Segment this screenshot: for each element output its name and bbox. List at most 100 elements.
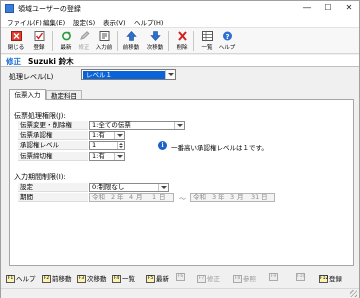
fkey-badge: F6: [176, 273, 185, 281]
start-year-unit: 年: [117, 193, 124, 201]
fkey-label: ヘルプ: [16, 275, 36, 283]
slip-permissions-title: 伝票処理権限(J):: [14, 112, 66, 120]
slip-change-value: 1:全ての伝票: [92, 121, 131, 129]
pre-input-label: 入力前: [95, 45, 113, 51]
f7-edit-key: F7 修正: [197, 273, 220, 283]
pre-input-icon: [99, 31, 110, 41]
maximize-button[interactable]: ☐: [318, 2, 338, 14]
fkey-label: 修正: [207, 275, 220, 283]
function-key-bar: F1 ヘルプ F2 前移動 F3 次移動 F4 一覧 F5 最新 F6 F7 修正 F8 参照…: [1, 269, 359, 287]
start-day-unit: 日: [159, 193, 166, 201]
resize-grip-icon[interactable]: [350, 290, 357, 297]
help-button[interactable]: ? ヘルプ: [216, 29, 238, 53]
register-icon: [34, 31, 45, 41]
chevron-down-icon[interactable]: [174, 122, 184, 129]
setting-label: 設定: [18, 183, 88, 192]
status-bar: [1, 288, 359, 298]
next-button[interactable]: 次移動: [144, 29, 166, 53]
start-month-unit: 月: [136, 193, 143, 201]
slip-approval-label: 伝票承認権: [18, 131, 88, 140]
help-icon: ?: [223, 31, 232, 41]
close-button[interactable]: ✕: [339, 2, 359, 14]
chevron-down-icon[interactable]: [158, 184, 168, 191]
period-start-field[interactable]: 令和 2 年 4 月 1 日: [89, 193, 174, 202]
register-button[interactable]: 登録: [28, 29, 50, 53]
title-bar: 領域ユーザーの登録 — ☐ ✕: [1, 1, 359, 16]
f6-key: F6: [176, 273, 186, 281]
fkey-label: 参照: [243, 275, 256, 283]
fkey-badge: F12: [319, 275, 329, 283]
tab-slip-input[interactable]: 伝票入力: [9, 89, 46, 100]
start-month: 4: [129, 193, 134, 201]
app-window: 領域ユーザーの登録 — ☐ ✕ ファイル(F) 編集(E) 設定(S) 表示(V…: [0, 0, 360, 298]
next-label: 次移動: [146, 45, 164, 51]
svg-text:?: ?: [225, 33, 229, 41]
refresh-icon: [62, 31, 71, 41]
fkey-badge: F4: [112, 275, 121, 283]
fkey-badge: F7: [197, 275, 206, 283]
f2-previous-key[interactable]: F2 前移動: [42, 273, 72, 283]
chevron-down-icon[interactable]: [114, 132, 124, 139]
end-month-unit: 月: [237, 193, 244, 201]
chevron-down-icon[interactable]: [114, 153, 124, 160]
f10-key: F10: [296, 273, 306, 281]
edit-icon: [80, 31, 90, 40]
info-icon: i: [158, 141, 167, 150]
slip-approval-select[interactable]: 1:有: [89, 131, 125, 140]
fkey-badge: F8: [233, 275, 242, 283]
fkey-badge: F1: [6, 275, 15, 283]
slip-closing-select[interactable]: 1:有: [89, 152, 125, 161]
spin-arrows-icon[interactable]: [117, 142, 124, 149]
window-title: 領域ユーザーの登録: [18, 5, 81, 13]
arrow-up-icon: [126, 31, 137, 41]
slip-approval-value: 1:有: [92, 131, 105, 139]
period-setting-value: 0:制限なし: [92, 183, 125, 191]
minimize-button[interactable]: —: [297, 2, 317, 14]
fkey-label: 一覧: [122, 275, 135, 283]
info-message: 一番高い承認権レベルは１です。: [171, 144, 268, 152]
menu-edit[interactable]: 編集(E): [43, 17, 65, 27]
period-label: 期間: [18, 193, 88, 202]
approval-level-stepper[interactable]: 1: [89, 141, 125, 150]
end-day-unit: 日: [261, 193, 268, 201]
fkey-badge: F10: [296, 273, 306, 281]
menu-view[interactable]: 表示(V): [103, 17, 126, 27]
menu-settings[interactable]: 設定(S): [73, 17, 95, 27]
help-label: ヘルプ: [218, 45, 236, 51]
menu-file[interactable]: ファイル(F): [7, 17, 42, 27]
user-name: Suzuki 鈴木: [28, 57, 74, 66]
slip-closing-label: 伝票締切権: [18, 152, 88, 161]
fkey-label: 前移動: [52, 275, 72, 283]
delete-icon: [178, 31, 187, 41]
previous-button[interactable]: 前移動: [120, 29, 142, 53]
f9-key: F9: [269, 273, 279, 281]
processing-level-select[interactable]: レベル１: [81, 69, 176, 80]
fkey-badge: F2: [42, 275, 51, 283]
f3-next-key[interactable]: F3 次移動: [77, 273, 107, 283]
end-year-unit: 年: [218, 193, 225, 201]
delete-button[interactable]: 削除: [171, 29, 193, 53]
mode-label: 修正: [6, 57, 21, 66]
pre-input-button[interactable]: 入力前: [93, 29, 115, 53]
menu-bar: ファイル(F) 編集(E) 設定(S) 表示(V) ヘルプ(H): [1, 16, 359, 27]
toolbar: 閉じる 登録 最新 修正 入力前 前移動 次移動 削除 一覧 ? ヘルプ: [1, 27, 359, 54]
processing-level-label: 処理レベル(L): [9, 73, 54, 81]
approval-level-label: 承認権レベル: [18, 141, 88, 150]
menu-help[interactable]: ヘルプ(H): [134, 17, 163, 27]
end-year: 3: [212, 193, 217, 201]
slip-change-select[interactable]: 1:全ての伝票: [89, 121, 185, 130]
fkey-label: 最新: [156, 275, 169, 283]
f1-help-key[interactable]: F1 ヘルプ: [6, 273, 36, 283]
f4-list-key[interactable]: F4 一覧: [112, 273, 135, 283]
period-separator: ～: [179, 195, 186, 203]
f12-register-key[interactable]: F12登録: [319, 273, 342, 283]
period-end-field[interactable]: 令和 3 年 3 月 31 日: [190, 193, 275, 202]
chevron-down-icon[interactable]: [165, 70, 175, 79]
period-setting-select[interactable]: 0:制限なし: [89, 183, 169, 192]
arrow-down-icon: [150, 31, 161, 41]
f8-reference-key: F8 参照: [233, 273, 256, 283]
end-day: 31: [251, 193, 260, 201]
f5-refresh-key[interactable]: F5 最新: [146, 273, 169, 283]
fkey-badge: F5: [146, 275, 155, 283]
list-icon: [202, 31, 213, 41]
